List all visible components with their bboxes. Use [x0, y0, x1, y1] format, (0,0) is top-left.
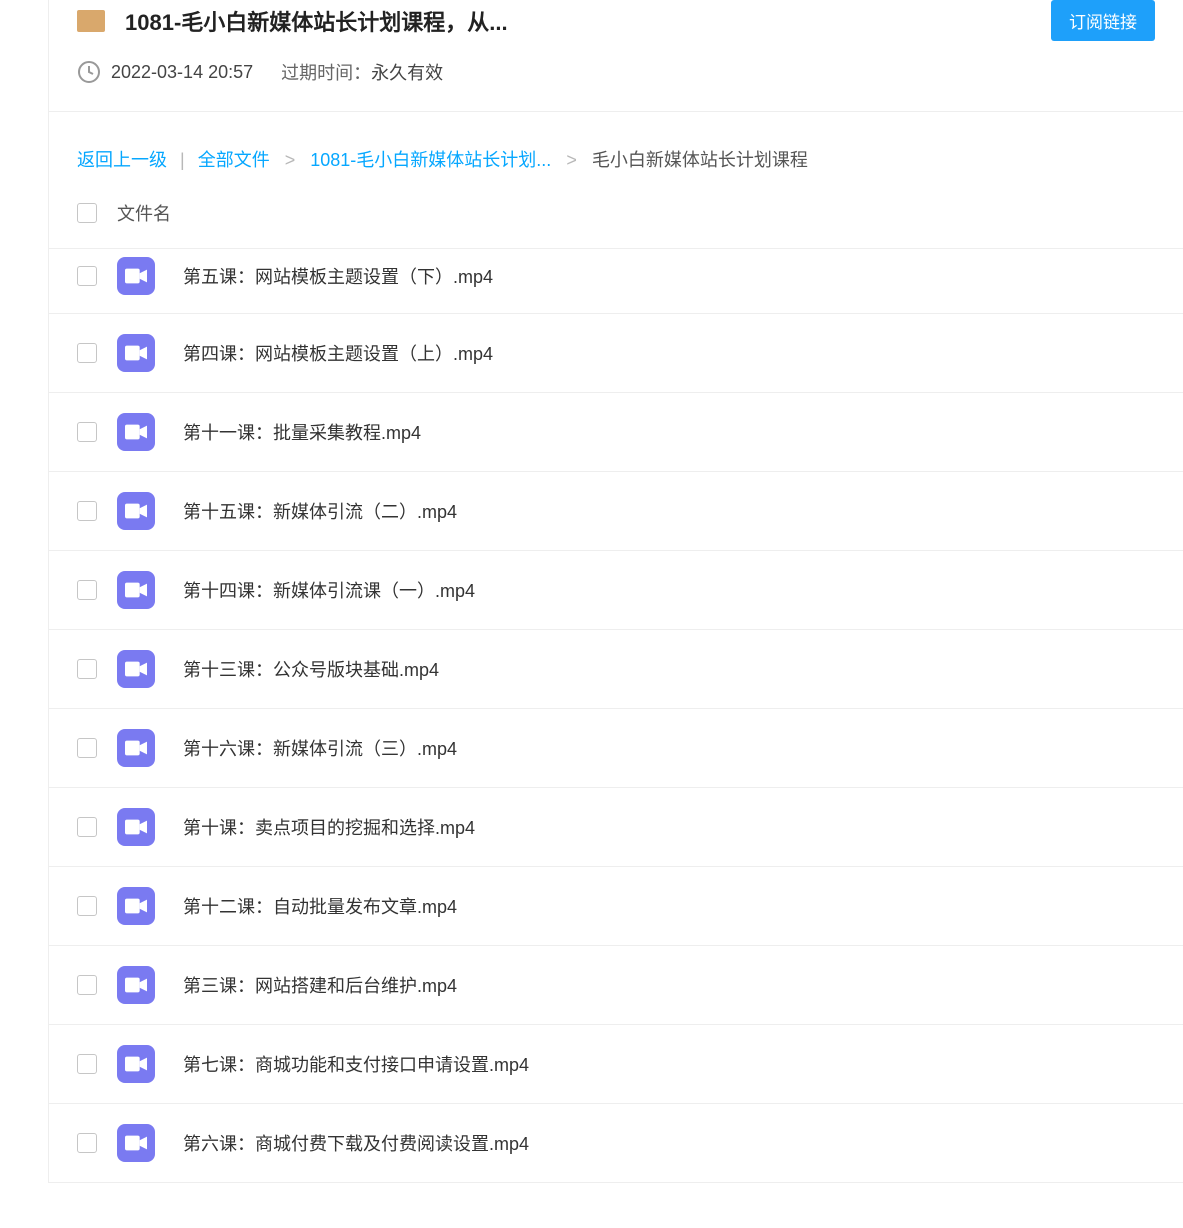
subscribe-button[interactable]: 订阅链接 [1051, 0, 1155, 41]
video-file-icon [117, 571, 155, 609]
breadcrumb-current: 毛小白新媒体站长计划课程 [592, 150, 808, 170]
file-checkbox[interactable] [77, 501, 97, 521]
file-name[interactable]: 第十一课：批量采集教程.mp4 [183, 419, 421, 445]
chevron-right-icon: > [285, 150, 296, 170]
folder-icon [77, 10, 105, 32]
file-name[interactable]: 第十二课：自动批量发布文章.mp4 [183, 893, 457, 919]
file-name[interactable]: 第三课：网站搭建和后台维护.mp4 [183, 972, 457, 998]
file-row: 第十一课：批量采集教程.mp4 [49, 393, 1183, 472]
file-name[interactable]: 第十六课：新媒体引流（三）.mp4 [183, 735, 457, 761]
file-checkbox[interactable] [77, 975, 97, 995]
select-all-checkbox[interactable] [77, 203, 97, 223]
file-checkbox[interactable] [77, 738, 97, 758]
file-row: 第十五课：新媒体引流（二）.mp4 [49, 472, 1183, 551]
video-file-icon [117, 966, 155, 1004]
timestamp: 2022-03-14 20:57 [111, 62, 253, 83]
file-checkbox[interactable] [77, 659, 97, 679]
file-checkbox[interactable] [77, 266, 97, 286]
breadcrumb: 返回上一级 | 全部文件 > 1081-毛小白新媒体站长计划... > 毛小白新… [49, 112, 1183, 200]
file-checkbox[interactable] [77, 896, 97, 916]
video-file-icon [117, 650, 155, 688]
breadcrumb-back[interactable]: 返回上一级 [77, 150, 167, 170]
file-name[interactable]: 第十五课：新媒体引流（二）.mp4 [183, 498, 457, 524]
video-file-icon [117, 1124, 155, 1162]
file-checkbox[interactable] [77, 1133, 97, 1153]
expiry-label: 过期时间： [281, 59, 371, 85]
file-checkbox[interactable] [77, 817, 97, 837]
file-name[interactable]: 第四课：网站模板主题设置（上）.mp4 [183, 340, 493, 366]
file-name[interactable]: 第十四课：新媒体引流课（一）.mp4 [183, 577, 475, 603]
file-name[interactable]: 第十课：卖点项目的挖掘和选择.mp4 [183, 814, 475, 840]
chevron-right-icon: > [566, 150, 577, 170]
breadcrumb-all-files[interactable]: 全部文件 [198, 150, 270, 170]
file-checkbox[interactable] [77, 343, 97, 363]
file-row: 第五课：网站模板主题设置（下）.mp4 [49, 249, 1183, 314]
file-row: 第六课：商城付费下载及付费阅读设置.mp4 [49, 1104, 1183, 1183]
breadcrumb-sep: | [180, 150, 185, 170]
page-title: 1081-毛小白新媒体站长计划课程，从... [125, 5, 1031, 37]
file-row: 第三课：网站搭建和后台维护.mp4 [49, 946, 1183, 1025]
file-checkbox[interactable] [77, 422, 97, 442]
file-row: 第十四课：新媒体引流课（一）.mp4 [49, 551, 1183, 630]
file-row: 第十二课：自动批量发布文章.mp4 [49, 867, 1183, 946]
video-file-icon [117, 887, 155, 925]
file-row: 第十三课：公众号版块基础.mp4 [49, 630, 1183, 709]
video-file-icon [117, 413, 155, 451]
video-file-icon [117, 1045, 155, 1083]
video-file-icon [117, 729, 155, 767]
breadcrumb-mid[interactable]: 1081-毛小白新媒体站长计划... [310, 150, 551, 170]
video-file-icon [117, 334, 155, 372]
expiry-value: 永久有效 [371, 59, 443, 85]
video-file-icon [117, 492, 155, 530]
column-name: 文件名 [117, 200, 171, 226]
video-file-icon [117, 257, 155, 295]
video-file-icon [117, 808, 155, 846]
file-row: 第十六课：新媒体引流（三）.mp4 [49, 709, 1183, 788]
clock-icon [77, 60, 101, 84]
file-checkbox[interactable] [77, 1054, 97, 1074]
file-name[interactable]: 第七课：商城功能和支付接口申请设置.mp4 [183, 1051, 529, 1077]
file-name[interactable]: 第六课：商城付费下载及付费阅读设置.mp4 [183, 1130, 529, 1156]
file-row: 第十课：卖点项目的挖掘和选择.mp4 [49, 788, 1183, 867]
file-name[interactable]: 第五课：网站模板主题设置（下）.mp4 [183, 263, 493, 289]
file-checkbox[interactable] [77, 580, 97, 600]
file-row: 第四课：网站模板主题设置（上）.mp4 [49, 314, 1183, 393]
file-row: 第七课：商城功能和支付接口申请设置.mp4 [49, 1025, 1183, 1104]
file-name[interactable]: 第十三课：公众号版块基础.mp4 [183, 656, 439, 682]
